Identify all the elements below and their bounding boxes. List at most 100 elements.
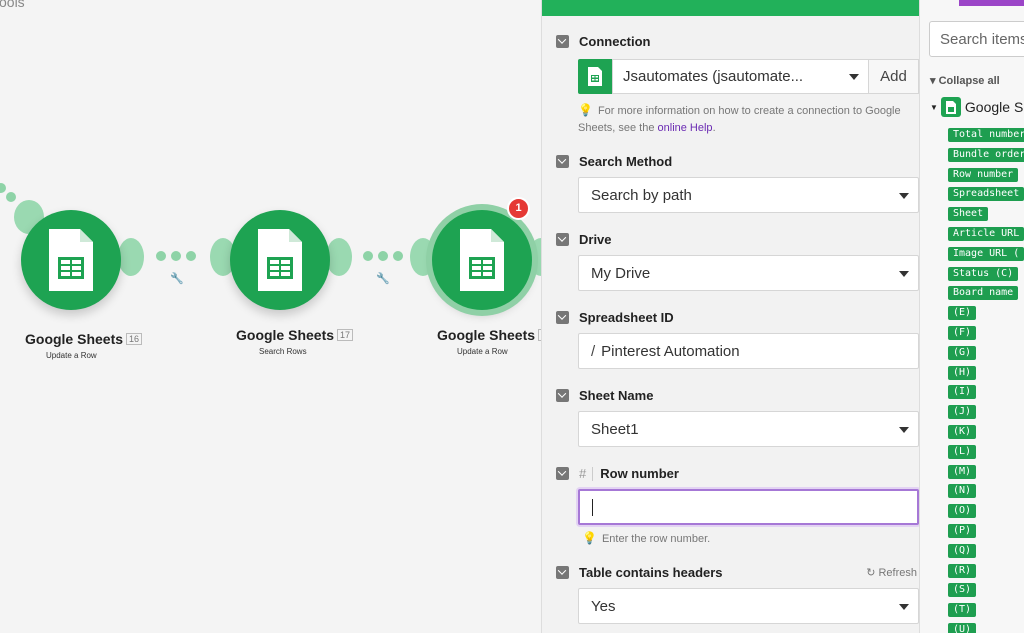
mapping-item-pill[interactable]: (E) [948, 306, 977, 321]
spreadsheet-id-label: Spreadsheet ID [556, 310, 674, 325]
mapper-header-bar [959, 0, 1024, 6]
connection-select[interactable]: Jsautomates (jsautomate... [612, 59, 869, 94]
wrench-icon[interactable]: 🔧 [376, 272, 390, 285]
field-toggle-checkbox[interactable] [556, 233, 569, 246]
mapping-item-pill[interactable]: (H) [948, 365, 977, 380]
mapping-item-pill[interactable]: (O) [948, 504, 977, 519]
mapping-item-pill[interactable]: Image URL ( [948, 246, 1024, 261]
text-cursor [592, 498, 593, 516]
path-slash-icon: / [591, 342, 596, 360]
drive-label: Drive [556, 232, 612, 247]
mapping-item-pill[interactable]: Sheet [948, 207, 989, 222]
mapping-item-pill[interactable]: (P) [948, 524, 977, 538]
sheet-name-label: Sheet Name [556, 388, 653, 403]
google-sheets-icon [578, 59, 612, 94]
field-toggle-checkbox[interactable] [556, 155, 569, 168]
collapse-all-button[interactable]: ▾ Collapse all [930, 74, 1000, 87]
mapping-panel: Search items ▾ Collapse all ▼ Google She… [919, 0, 1024, 633]
module-google-sheets-16[interactable] [21, 210, 121, 310]
row-number-input[interactable] [578, 489, 919, 525]
lightbulb-icon: 💡 [582, 531, 597, 545]
field-toggle-checkbox[interactable] [556, 389, 569, 402]
mapping-item-pill[interactable]: (S) [948, 583, 977, 598]
connection-label: Connection [556, 34, 651, 49]
error-count-badge: 1 [507, 197, 530, 220]
mapping-item-pill[interactable]: Board name [948, 286, 1019, 301]
chevron-down-icon [849, 74, 859, 80]
connector-arc [118, 238, 144, 276]
add-connection-button[interactable]: Add [869, 59, 919, 94]
sheet-name-select[interactable]: Sheet1 [578, 411, 919, 447]
search-method-select[interactable]: Search by path [578, 177, 919, 213]
module-title: Google Sheets 16 [25, 331, 143, 347]
module-google-sheets-17[interactable] [230, 210, 330, 310]
row-number-label: # Row number [556, 466, 679, 481]
connector-dot [363, 251, 373, 261]
google-sheets-icon [258, 229, 302, 291]
connection-help-text: 💡 For more information on how to create a… [578, 103, 901, 134]
mapping-item-pill[interactable]: Bundle order [948, 147, 1024, 162]
connector-dot [0, 183, 6, 193]
field-toggle-checkbox[interactable] [556, 467, 569, 480]
google-sheets-icon [460, 229, 504, 291]
module-subtitle: Update a Row [46, 351, 97, 360]
connector-dot [186, 251, 196, 261]
mapping-item-pill[interactable]: (R) [948, 563, 977, 578]
field-toggle-checkbox[interactable] [556, 35, 569, 48]
chevron-down-icon [899, 271, 909, 277]
wrench-icon[interactable]: 🔧 [170, 272, 184, 285]
separator [592, 466, 594, 481]
tree-root-google-sheets[interactable]: ▼ Google Sheets [930, 97, 1024, 117]
spreadsheet-id-field[interactable]: / Pinterest Automation [578, 333, 919, 369]
module-google-sheets-18[interactable] [432, 210, 532, 310]
mapping-item-pill[interactable]: (I) [948, 385, 977, 400]
mapping-item-pill[interactable]: Total number [948, 128, 1024, 142]
table-headers-label: Table contains headers [556, 565, 723, 580]
tools-label: Tools [0, 0, 25, 10]
table-headers-select[interactable]: Yes [578, 588, 919, 624]
mapping-item-pill[interactable]: (N) [948, 484, 977, 499]
mapping-item-pill[interactable]: (J) [948, 405, 977, 420]
drive-select[interactable]: My Drive [578, 255, 919, 291]
chevron-down-icon [899, 427, 909, 433]
search-method-label: Search Method [556, 154, 672, 169]
field-toggle-checkbox[interactable] [556, 566, 569, 579]
mapping-item-pill[interactable]: (L) [948, 444, 977, 459]
mapping-item-pill[interactable]: Article URL [948, 227, 1024, 241]
chevron-down-icon [899, 604, 909, 610]
module-subtitle: Search Rows [259, 347, 307, 356]
panel-header [542, 0, 919, 16]
mapping-item-pill[interactable]: (Q) [948, 543, 977, 558]
connector-dot [378, 251, 388, 261]
google-sheets-icon [49, 229, 93, 291]
module-id: 17 [337, 329, 354, 341]
mapping-item-pill[interactable]: (K) [948, 425, 977, 439]
google-sheets-icon [940, 97, 961, 117]
connector-dot [156, 251, 166, 261]
mapping-item-pill[interactable]: Status (C) [948, 266, 1019, 281]
scenario-canvas[interactable]: Tools Google Sheets16 Update a Row 🔧 [0, 0, 541, 633]
refresh-icon: ↻ [866, 567, 876, 579]
lightbulb-icon: 💡 [578, 103, 593, 117]
mapping-item-pill[interactable]: (F) [948, 326, 977, 340]
mapping-item-pill[interactable]: Row number [948, 167, 1019, 182]
module-title: Google Sheets18 [437, 327, 541, 343]
module-subtitle: Update a Row [457, 347, 508, 356]
connector-dot [393, 251, 403, 261]
field-toggle-checkbox[interactable] [556, 311, 569, 324]
module-title: Google Sheets 17 [236, 327, 354, 343]
mapping-item-pill[interactable]: (U) [948, 623, 977, 633]
mapping-item-pill[interactable]: Spreadsheet [948, 187, 1024, 202]
chevron-down-icon [899, 193, 909, 199]
connector-dot [6, 192, 16, 202]
row-number-help-text: 💡 Enter the row number. [582, 531, 711, 545]
refresh-button[interactable]: ↻ Refresh [866, 566, 917, 579]
module-settings-panel: Connection Jsautomates (jsautomate... Ad… [541, 0, 919, 633]
online-help-link[interactable]: online Help [658, 122, 713, 134]
number-type-icon: # [579, 466, 587, 481]
mapping-item-pill[interactable]: (M) [948, 464, 977, 479]
mapping-item-pill[interactable]: (G) [948, 345, 977, 360]
search-items-input[interactable]: Search items [929, 21, 1024, 57]
mapping-item-pill[interactable]: (T) [948, 603, 977, 618]
connector-dot [171, 251, 181, 261]
